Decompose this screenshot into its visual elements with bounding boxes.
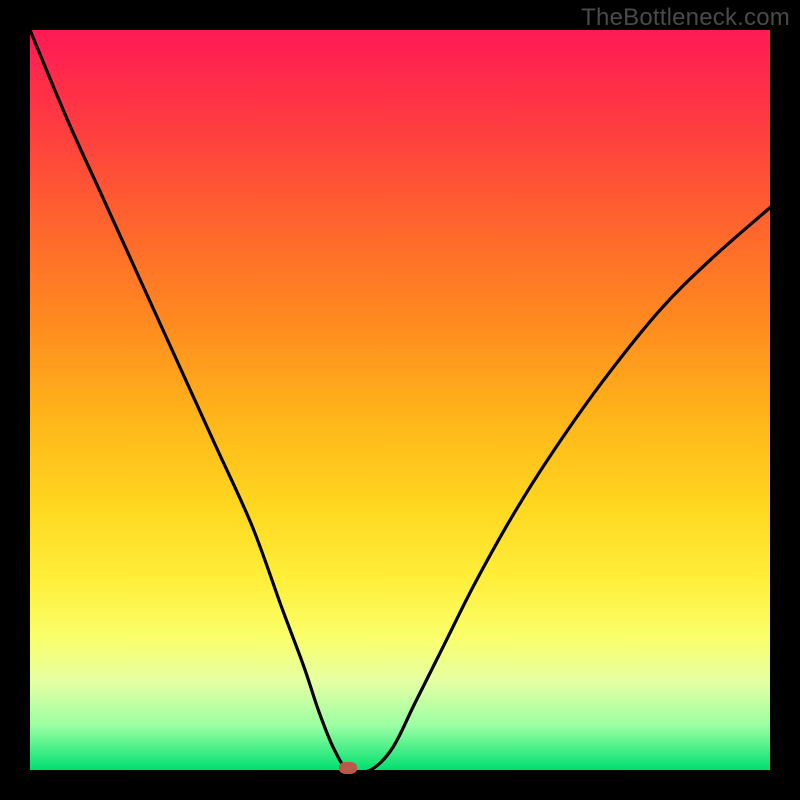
- bottleneck-curve: [30, 30, 770, 770]
- curve-svg: [30, 30, 770, 770]
- watermark-text: TheBottleneck.com: [581, 4, 790, 32]
- optimum-marker: [339, 762, 357, 774]
- chart-frame: TheBottleneck.com: [0, 0, 800, 800]
- plot-area: [30, 30, 770, 770]
